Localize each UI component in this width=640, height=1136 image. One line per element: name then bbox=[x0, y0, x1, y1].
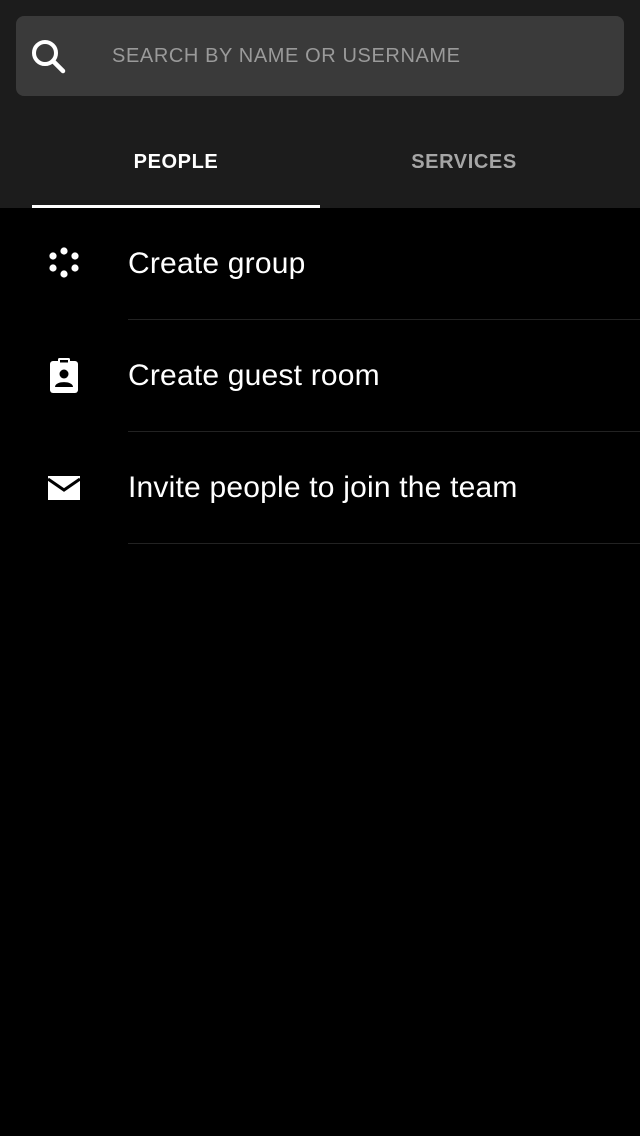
create-group-label: Create group bbox=[128, 247, 306, 280]
invite-people-label: Invite people to join the team bbox=[128, 471, 518, 504]
tab-people[interactable]: PEOPLE bbox=[32, 116, 320, 208]
create-group-item[interactable]: Create group bbox=[0, 208, 640, 320]
create-guest-room-item[interactable]: Create guest room bbox=[0, 320, 640, 432]
action-list: Create group Create guest room Invite pe… bbox=[0, 208, 640, 544]
tab-people-label: PEOPLE bbox=[133, 150, 219, 173]
search-input[interactable] bbox=[112, 16, 592, 96]
group-dots-icon bbox=[49, 247, 79, 278]
create-guest-room-label: Create guest room bbox=[128, 359, 380, 392]
divider bbox=[128, 543, 640, 544]
envelope-icon bbox=[47, 476, 81, 500]
tab-services[interactable]: SERVICES bbox=[320, 116, 608, 208]
invite-people-item[interactable]: Invite people to join the team bbox=[0, 432, 640, 544]
top-bar: PEOPLE SERVICES bbox=[0, 0, 640, 208]
tab-services-label: SERVICES bbox=[411, 150, 517, 173]
search-icon[interactable] bbox=[30, 38, 66, 74]
badge-icon bbox=[50, 358, 78, 393]
